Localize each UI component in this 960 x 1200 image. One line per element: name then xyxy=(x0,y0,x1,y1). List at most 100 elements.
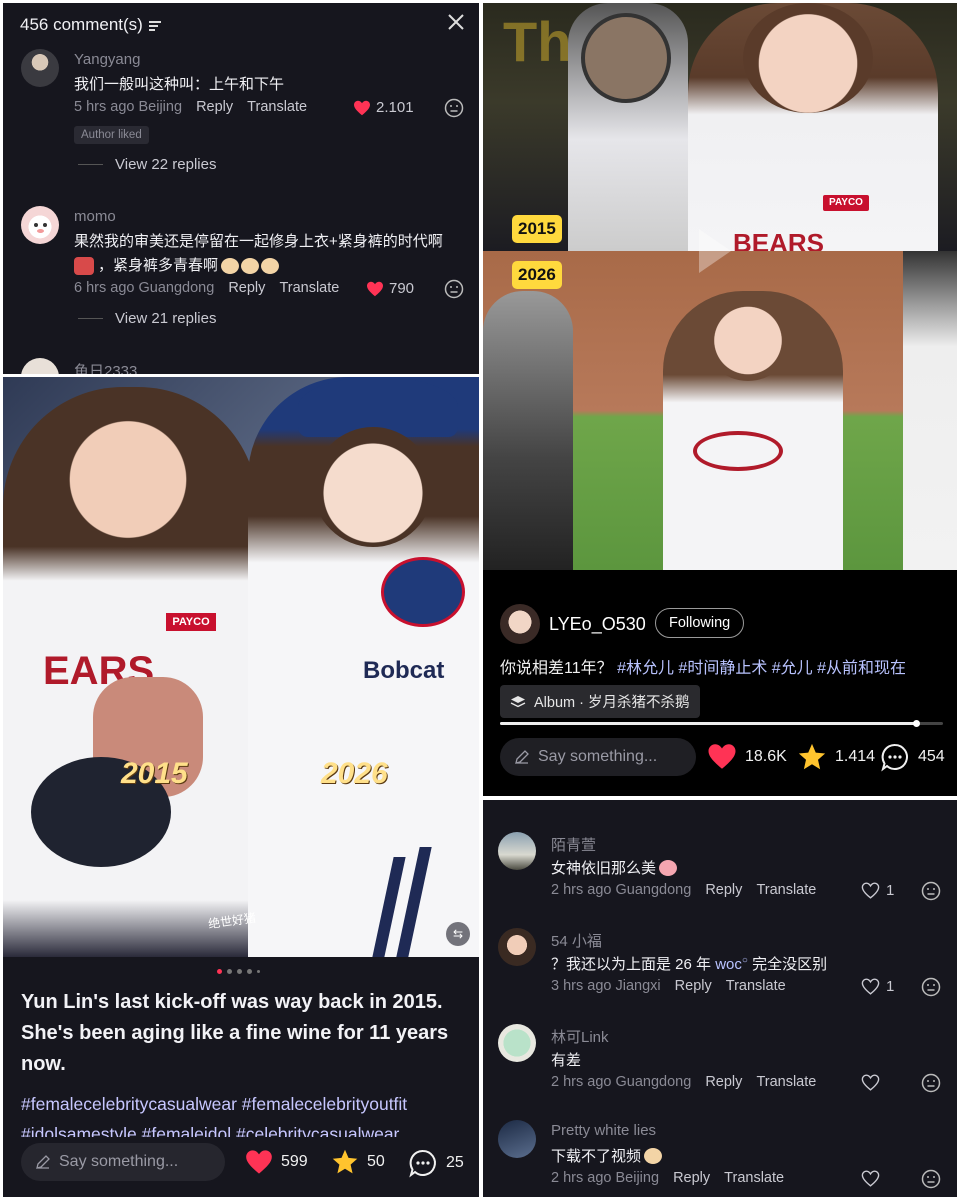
like-button[interactable] xyxy=(861,1170,880,1187)
post-caption: Yun Lin's last kick-off was way back in … xyxy=(21,991,449,1075)
reply-button[interactable]: Reply xyxy=(705,1074,742,1090)
album-label: Album · 岁月杀猪不杀鹅 xyxy=(534,695,690,711)
heart-icon xyxy=(354,100,370,115)
translate-button[interactable]: Translate xyxy=(726,978,786,994)
like-count: 599 xyxy=(281,1153,308,1170)
dislike-face-icon[interactable] xyxy=(921,977,941,997)
page-dot xyxy=(247,969,252,974)
like-button[interactable]: 2.101 xyxy=(353,99,414,116)
translate-button[interactable]: Translate xyxy=(756,1074,816,1090)
view-replies-label: View 21 replies xyxy=(115,310,217,327)
post-hashtags[interactable]: #林允儿 #时间静止术 #允儿 #从前和现在 xyxy=(617,660,906,677)
like-count: 2.101 xyxy=(376,99,414,116)
comment-author[interactable]: 鱼日2333 xyxy=(74,360,137,374)
like-button[interactable]: 18.6K xyxy=(707,743,787,770)
comment-input[interactable]: Say something... xyxy=(21,1143,225,1181)
dislike-face-icon[interactable] xyxy=(444,279,464,299)
comment-input[interactable]: Say something... xyxy=(500,738,696,776)
sort-icon[interactable] xyxy=(148,20,161,31)
comment-location: Beijing xyxy=(138,99,183,115)
comment-author[interactable]: momo xyxy=(74,208,116,225)
emoji-icon xyxy=(261,257,280,274)
comment-author[interactable]: 54 小福 xyxy=(551,930,602,951)
dislike-face-icon[interactable] xyxy=(921,881,941,901)
comment-count: 454 xyxy=(918,748,945,765)
avatar[interactable] xyxy=(21,358,59,374)
avatar[interactable] xyxy=(498,832,536,870)
avatar[interactable] xyxy=(498,1120,536,1158)
search-link[interactable]: woc xyxy=(715,956,742,973)
photo-2026 xyxy=(483,251,957,570)
close-icon[interactable] xyxy=(445,11,467,33)
post-image[interactable]: PAYCO EARS Bobcat 2015 2026 绝世好猪 ⇆ xyxy=(3,377,479,957)
post-hashtags[interactable]: #femalecelebritycasualwear #femalecelebr… xyxy=(21,1089,471,1137)
face-right xyxy=(313,427,433,547)
layers-icon xyxy=(510,695,526,707)
like-button[interactable]: 1 xyxy=(861,882,894,899)
avatar[interactable] xyxy=(21,206,59,244)
like-button[interactable]: 790 xyxy=(366,280,414,297)
post-info-panel: LYEo_O530 Following 你说相差11年？ #林允儿 #时间静止术… xyxy=(483,570,957,796)
translate-button[interactable]: Translate xyxy=(756,882,816,898)
hashtags-line[interactable]: #idolsamestyle #femaleidol #celebritycas… xyxy=(21,1119,471,1137)
translate-button[interactable]: Translate xyxy=(279,280,339,296)
translate-button[interactable]: Translate xyxy=(247,99,307,115)
translate-image-icon[interactable]: ⇆ xyxy=(446,922,470,946)
comment-meta: 6 hrs ago Guangdong Reply Translate xyxy=(74,280,339,296)
heart-outline-icon xyxy=(861,1170,880,1187)
avatar[interactable] xyxy=(498,1024,536,1062)
comment-meta: 2 hrs ago Guangdong Reply Translate xyxy=(551,1074,816,1090)
avatar[interactable] xyxy=(498,928,536,966)
view-replies-button[interactable]: View 22 replies xyxy=(78,156,216,173)
page-dot-active xyxy=(217,969,222,974)
author-avatar[interactable] xyxy=(500,604,540,644)
heart-outline-icon xyxy=(861,1074,880,1091)
reply-button[interactable]: Reply xyxy=(673,1170,710,1186)
play-icon[interactable] xyxy=(695,225,735,277)
comments-button[interactable]: 25 xyxy=(408,1148,464,1178)
dislike-face-icon[interactable] xyxy=(921,1169,941,1189)
album-chip[interactable]: Album · 岁月杀猪不杀鹅 xyxy=(500,685,700,718)
heart-icon xyxy=(246,1150,272,1174)
favorite-button[interactable]: 1.414 xyxy=(797,742,875,772)
heart-icon xyxy=(708,744,736,769)
comment-author[interactable]: 林可Link xyxy=(551,1026,609,1047)
comment-bubble-icon xyxy=(881,743,908,772)
hashtags-line[interactable]: #femalecelebritycasualwear #femalecelebr… xyxy=(21,1089,471,1119)
dislike-face-icon[interactable] xyxy=(921,1073,941,1093)
favorite-button[interactable]: 50 xyxy=(331,1148,385,1176)
reply-button[interactable]: Reply xyxy=(196,99,233,115)
author-name[interactable]: LYEo_O530 xyxy=(549,614,646,635)
like-count: 790 xyxy=(389,280,415,297)
comment-author[interactable]: Pretty white lies xyxy=(551,1122,656,1139)
comment-text-content: 完全没区别 xyxy=(747,956,828,973)
like-button[interactable]: 1 xyxy=(861,978,894,995)
like-button[interactable]: 599 xyxy=(245,1149,308,1175)
dislike-face-icon[interactable] xyxy=(444,98,464,118)
avatar[interactable] xyxy=(21,49,59,87)
comment-author[interactable]: Yangyang xyxy=(74,51,140,68)
view-replies-button[interactable]: View 21 replies xyxy=(78,310,216,327)
sticker-icon xyxy=(74,256,94,275)
comment-text: ，紧身裤多青春啊 xyxy=(98,257,219,274)
comment-location: Guangdong xyxy=(615,1074,692,1090)
star-icon xyxy=(798,743,826,770)
reply-button[interactable]: Reply xyxy=(705,882,742,898)
comments-button[interactable]: 454 xyxy=(880,742,945,772)
progress-fill xyxy=(500,722,917,725)
page-dot xyxy=(257,970,260,973)
comment-count: 25 xyxy=(446,1154,464,1171)
like-button[interactable] xyxy=(861,1074,880,1091)
comment-count: 456 comment(s) xyxy=(20,15,143,34)
reply-button[interactable]: Reply xyxy=(675,978,712,994)
video-progress-bar[interactable] xyxy=(500,720,943,727)
comment-author[interactable]: 陌青萱 xyxy=(551,834,596,855)
comments-panel-top: 456 comment(s) Yangyang 我们一般叫这种叫：上午和下午 5… xyxy=(3,3,479,374)
following-button[interactable]: Following xyxy=(655,608,745,638)
translate-button[interactable]: Translate xyxy=(724,1170,784,1186)
progress-knob[interactable] xyxy=(913,720,921,727)
reply-button[interactable]: Reply xyxy=(228,280,265,296)
comment-meta: 2 hrs ago Guangdong Reply Translate xyxy=(551,882,816,898)
comment-time: 2 hrs ago xyxy=(551,1170,612,1186)
heart-outline-icon xyxy=(861,978,880,995)
